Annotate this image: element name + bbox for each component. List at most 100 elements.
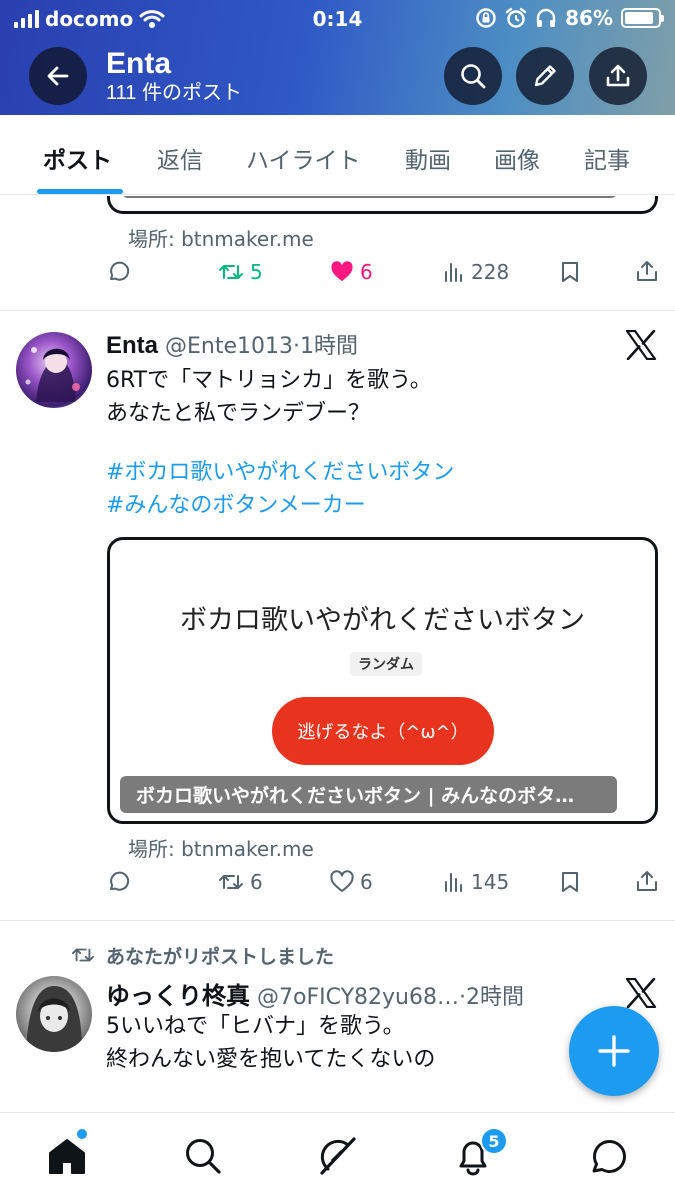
bookmark-button[interactable]: [559, 870, 581, 894]
divider: [0, 310, 675, 311]
author-name[interactable]: Enta: [106, 332, 158, 359]
active-tab-indicator: [37, 189, 123, 194]
share-post-button[interactable]: [636, 870, 658, 892]
post-actions: 5 6 228: [0, 260, 675, 300]
search-icon: [461, 64, 486, 89]
tab-replies[interactable]: 返信: [157, 141, 203, 175]
share-icon: [637, 871, 657, 891]
author-name[interactable]: ゆっくり柊真: [106, 983, 250, 1010]
x-logo-icon[interactable]: [625, 330, 657, 360]
tab-highlights[interactable]: ハイライト: [246, 141, 361, 175]
back-button[interactable]: [29, 47, 87, 105]
card-button: 逃げるなよ（^ω^）: [272, 697, 494, 765]
avatar[interactable]: [16, 976, 92, 1052]
dot-separator: ·: [293, 334, 301, 359]
bookmark-icon: [562, 872, 578, 892]
headphones-icon: [536, 8, 556, 27]
home-unread-dot: [77, 1129, 87, 1139]
grok-icon: [320, 1137, 356, 1175]
repost-label[interactable]: あなたがリポストしました: [106, 942, 334, 969]
status-right: 86%: [475, 6, 664, 30]
reply-icon: [110, 871, 130, 891]
retweet-count: 6: [250, 870, 263, 894]
tab-videos[interactable]: 動画: [405, 141, 451, 175]
profile-tabs: ポスト 返信 ハイライト 動画 画像 記事: [0, 115, 675, 195]
hashtag-link[interactable]: #ボカロ歌いやがれくださいボタン: [106, 456, 454, 489]
reply-button[interactable]: [106, 260, 130, 284]
post-text-line-2: あなたと私でランデブー？: [106, 401, 371, 426]
card-title: ボカロ歌いやがれくださいボタン: [180, 605, 585, 636]
nav-home[interactable]: [46, 1135, 88, 1177]
pen-icon: [534, 65, 556, 87]
tab-articles[interactable]: 記事: [584, 141, 630, 175]
post-header: Enta @Ente1013·1時間: [106, 328, 358, 360]
reply-button[interactable]: [106, 870, 136, 894]
retweet-icon: [219, 265, 243, 279]
profile-header: docomo 0:14 86% Enta 111 件のポスト: [0, 0, 675, 115]
header-title: Enta 111 件のポスト: [106, 48, 242, 106]
search-button[interactable]: [444, 47, 502, 105]
like-button[interactable]: 6: [330, 870, 373, 894]
link-card-partial[interactable]: [107, 196, 658, 214]
author-handle[interactable]: @Ente1013: [165, 334, 293, 359]
views-icon: [445, 873, 462, 892]
link-card[interactable]: ボカロ歌いやがれくださいボタン ランダム 逃げるなよ（^ω^） ボカロ歌いやがれ…: [107, 537, 658, 824]
home-icon: [49, 1139, 85, 1174]
nav-grok[interactable]: [316, 1135, 358, 1177]
bookmark-icon: [562, 262, 578, 282]
like-count: 6: [360, 260, 373, 284]
post-time[interactable]: 2時間: [466, 985, 524, 1010]
post-text-line-2: 終わんない愛を抱いてたくないの: [106, 1047, 436, 1072]
views-icon: [445, 263, 462, 282]
edit-button[interactable]: [516, 47, 574, 105]
divider: [0, 920, 675, 921]
card-caption: ボカロ歌いやがれくださいボタン | みんなのボタ…: [120, 776, 617, 813]
post-text-line-1: 6RTで「マトリョシカ」を歌う。: [106, 368, 432, 393]
notification-badge: 5: [480, 1127, 508, 1155]
bottom-navigation: 5: [0, 1112, 675, 1200]
hashtag-link[interactable]: #みんなのボタンメーカー: [106, 489, 366, 522]
avatar-art: [26, 986, 82, 1052]
like-count: 6: [360, 870, 373, 894]
views-button[interactable]: 228: [443, 260, 509, 284]
post-place[interactable]: 場所: btnmaker.me: [128, 833, 314, 862]
retweet-button[interactable]: 6: [218, 870, 263, 894]
avatar-art: [25, 347, 80, 402]
retweet-icon: [219, 875, 243, 889]
avatar[interactable]: [16, 332, 92, 408]
author-handle[interactable]: @7oFICY82yu68…: [257, 985, 459, 1010]
battery-percent: 86%: [565, 6, 613, 30]
dot-separator: ·: [458, 985, 466, 1010]
share-post-button[interactable]: [636, 260, 658, 282]
view-count: 145: [471, 870, 510, 894]
nav-search[interactable]: [182, 1135, 224, 1177]
post-header: ゆっくり柊真 @7oFICY82yu68…·2時間: [106, 976, 524, 1011]
view-count: 228: [471, 260, 510, 284]
bookmark-button[interactable]: [559, 260, 581, 284]
share-button[interactable]: [589, 47, 647, 105]
retweet-icon: [71, 948, 94, 962]
search-icon: [186, 1139, 221, 1174]
compose-button[interactable]: [569, 1006, 659, 1096]
tab-posts[interactable]: ポスト: [43, 141, 112, 175]
timeline: 場所: btnmaker.me 5 6 228 Enta @Ente1013·1…: [0, 196, 675, 1112]
nav-messages[interactable]: [587, 1135, 629, 1177]
share-icon: [606, 64, 630, 87]
post-text-line-1: 5いいねで「ヒバナ」を歌う。: [106, 1014, 405, 1039]
post-count: 111 件のポスト: [106, 82, 242, 104]
back-arrow-icon: [47, 66, 69, 86]
tab-images[interactable]: 画像: [494, 141, 540, 175]
rotation-lock-icon: [476, 8, 496, 28]
views-button[interactable]: 145: [443, 870, 509, 894]
retweet-button[interactable]: 5: [218, 260, 263, 284]
status-bar: docomo 0:14 86%: [0, 0, 675, 38]
card-tag: ランダム: [350, 652, 422, 676]
post-place[interactable]: 場所: btnmaker.me: [128, 223, 314, 252]
x-logo-icon[interactable]: [625, 978, 657, 1008]
chat-icon: [592, 1140, 626, 1173]
post-time[interactable]: 1時間: [300, 334, 358, 359]
battery-icon: [621, 8, 664, 28]
heart-icon: [331, 261, 353, 281]
profile-name: Enta: [106, 47, 172, 80]
like-button[interactable]: 6: [330, 260, 373, 284]
